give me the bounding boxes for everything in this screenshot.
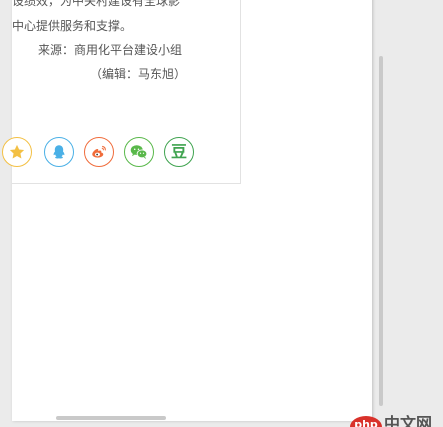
douban-icon: 豆 [170, 142, 187, 161]
share-douban-button[interactable]: 豆 [164, 137, 194, 167]
share-bar: 豆 [2, 137, 240, 171]
content-panel: 设绩效，为中关村建设有全球影 中心提供服务和支撑。 来源：商用化平台建设小组 （… [2, 0, 383, 421]
watermark-text: 中文网 [384, 414, 433, 427]
article-text-line: 中心提供服务和支撑。 [12, 19, 133, 33]
qq-icon [53, 145, 65, 159]
wechat-icon [130, 145, 148, 159]
article-card: 设绩效，为中关村建设有全球影 中心提供服务和支撑。 来源：商用化平台建设小组 （… [2, 0, 241, 184]
share-wechat-button[interactable] [124, 137, 154, 167]
star-icon [9, 144, 25, 159]
watermark-badge: php [350, 416, 382, 427]
weibo-icon [92, 145, 106, 158]
screen: 设绩效，为中关村建设有全球影 中心提供服务和支撑。 来源：商用化平台建设小组 （… [0, 0, 443, 427]
site-watermark: php 中文网 [350, 414, 443, 427]
share-favorite-button[interactable] [2, 137, 32, 167]
article-text-line: 设绩效，为中关村建设有全球影 [12, 0, 181, 8]
share-weibo-button[interactable] [84, 137, 114, 167]
article-editor: （编辑：马东旭） [90, 67, 187, 81]
horizontal-scrollbar[interactable] [56, 416, 166, 420]
share-qq-button[interactable] [44, 137, 74, 167]
article-source: 来源：商用化平台建设小组 [38, 43, 183, 57]
vertical-scrollbar[interactable] [379, 56, 383, 406]
